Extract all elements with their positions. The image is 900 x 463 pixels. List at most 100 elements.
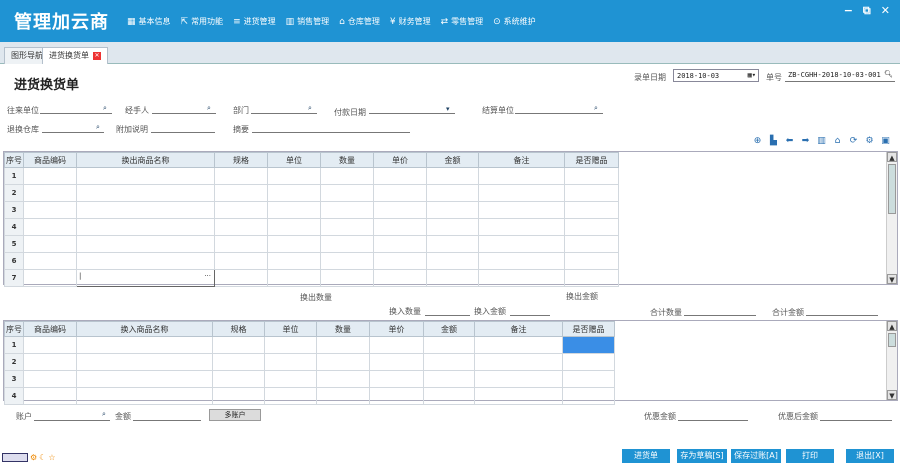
record-date-input[interactable]: 2018-10-03 ▦▾ bbox=[673, 69, 759, 82]
department-label: 部门 bbox=[233, 106, 249, 115]
purchase-order-button[interactable]: 进货单 bbox=[622, 449, 670, 463]
exit-button[interactable]: 退出[X] bbox=[846, 449, 894, 463]
in-grid-scrollbar[interactable]: ▲ ▼ bbox=[886, 321, 897, 400]
after-discount-value bbox=[820, 411, 892, 421]
menu-basic-info[interactable]: ▦ 基本信息 bbox=[127, 16, 171, 27]
department-search-icon[interactable]: ⌕ bbox=[308, 104, 312, 113]
tab-bar: 图形导航 进货换货单 ✕ bbox=[0, 42, 900, 64]
main-menu: ▦ 基本信息 ⇱ 常用功能 ≡ 进货管理 ▥ 销售管理 ⌂ 仓库管理 ¥ 财务管理 ⇄ 零售管… bbox=[127, 16, 536, 27]
col-header: 单价 bbox=[373, 152, 427, 168]
print-icon[interactable]: ▣ bbox=[880, 136, 891, 147]
scroll-thumb[interactable] bbox=[888, 164, 896, 214]
doc-no-input[interactable]: ZB-CGHH-2018-10-03-001 🔍︎ bbox=[785, 69, 895, 82]
partner-search-icon[interactable]: ⌕ bbox=[103, 104, 107, 113]
table-row[interactable]: 1 bbox=[4, 167, 619, 185]
minimize-icon[interactable]: − bbox=[844, 4, 853, 18]
left-arrow-icon[interactable]: ⬅ bbox=[784, 136, 795, 147]
dropdown-arrow-icon[interactable]: ▾ bbox=[446, 105, 450, 113]
app-title: 管理加云商 bbox=[14, 12, 109, 33]
close-icon[interactable]: ✕ bbox=[881, 4, 890, 18]
tab-close-icon[interactable]: ✕ bbox=[93, 51, 101, 60]
scroll-up-icon[interactable]: ▲ bbox=[887, 321, 897, 331]
menu-finance[interactable]: ¥ 财务管理 bbox=[390, 16, 431, 27]
table-row[interactable]: 4 bbox=[4, 218, 619, 236]
col-header: 是否赠品 bbox=[564, 152, 619, 168]
out-amount-label: 换出金额 bbox=[566, 292, 598, 301]
multi-account-button[interactable]: 多账户 bbox=[209, 409, 261, 421]
moon-icon[interactable]: ☾ bbox=[39, 453, 46, 462]
in-qty-value bbox=[425, 306, 470, 316]
plus-icon[interactable]: ⊕ bbox=[752, 136, 763, 147]
partner-input[interactable] bbox=[40, 104, 112, 114]
table-row[interactable]: 1 bbox=[4, 336, 615, 354]
gift-cell-selected[interactable] bbox=[562, 336, 615, 354]
scroll-down-icon[interactable]: ▼ bbox=[887, 274, 897, 284]
exchange-icon: ⇄ bbox=[440, 16, 449, 27]
amount-input[interactable] bbox=[133, 411, 201, 421]
save-draft-button[interactable]: 存为草稿[S] bbox=[677, 449, 727, 463]
table-row[interactable]: 3 bbox=[4, 370, 615, 388]
home-icon[interactable]: ⌂ bbox=[832, 136, 843, 147]
col-header: 数量 bbox=[316, 321, 370, 337]
table-row[interactable]: 6 bbox=[4, 252, 619, 270]
system-tray: ⚙ ☾ ☆ bbox=[2, 453, 56, 462]
calendar-icon[interactable]: ▦▾ bbox=[748, 71, 756, 79]
ime-icon[interactable] bbox=[2, 453, 28, 462]
star-icon[interactable]: ☆ bbox=[48, 453, 55, 462]
settle-unit-search-icon[interactable]: ⌕ bbox=[594, 104, 598, 113]
print-button[interactable]: 打印 bbox=[786, 449, 834, 463]
total-qty-value bbox=[684, 306, 756, 316]
refresh-icon[interactable]: ⟳ bbox=[848, 136, 859, 147]
warehouse-input[interactable] bbox=[42, 123, 104, 133]
chart-icon[interactable]: ▙ bbox=[768, 136, 779, 147]
warehouse-search-icon[interactable]: ⌕ bbox=[96, 123, 100, 132]
account-input[interactable] bbox=[34, 411, 110, 421]
table-row[interactable]: 2 bbox=[4, 353, 615, 371]
scroll-down-icon[interactable]: ▼ bbox=[887, 390, 897, 400]
window-controls: − ⧉ ✕ bbox=[844, 4, 890, 18]
right-arrow-icon[interactable]: ➡ bbox=[800, 136, 811, 147]
table-row[interactable]: 3 bbox=[4, 201, 619, 219]
out-grid-scrollbar[interactable]: ▲ ▼ bbox=[886, 152, 897, 284]
menu-common-functions[interactable]: ⇱ 常用功能 bbox=[181, 16, 224, 27]
settle-unit-input[interactable] bbox=[515, 104, 603, 114]
table-row[interactable]: 4 bbox=[4, 387, 615, 405]
pay-date-input[interactable] bbox=[369, 104, 455, 114]
scroll-thumb[interactable] bbox=[888, 333, 896, 347]
list-icon: ≡ bbox=[233, 16, 241, 27]
search-icon[interactable]: 🔍︎ bbox=[884, 70, 893, 78]
menu-warehouse[interactable]: ⌂ 仓库管理 bbox=[339, 16, 380, 27]
col-header: 金额 bbox=[423, 321, 475, 337]
ellipsis-button[interactable]: ··· bbox=[204, 272, 211, 280]
save-post-button[interactable]: 保存过账[A] bbox=[731, 449, 781, 463]
account-search-icon[interactable]: ⌕ bbox=[102, 410, 106, 419]
handler-search-icon[interactable]: ⌕ bbox=[207, 104, 211, 113]
tab-purchase-exchange[interactable]: 进货换货单 ✕ bbox=[42, 47, 108, 64]
menu-sales[interactable]: ▥ 销售管理 bbox=[286, 16, 330, 27]
col-header: 备注 bbox=[478, 152, 565, 168]
col-header: 数量 bbox=[320, 152, 374, 168]
table-row[interactable]: 5 bbox=[4, 235, 619, 253]
menu-system[interactable]: ⊙ 系统维护 bbox=[493, 16, 536, 27]
note-input[interactable] bbox=[151, 123, 215, 133]
yen-icon: ¥ bbox=[389, 16, 396, 27]
menu-retail[interactable]: ⇄ 零售管理 bbox=[441, 16, 484, 27]
table-row[interactable]: 2 bbox=[4, 184, 619, 202]
settings-icon: ⊙ bbox=[493, 16, 501, 27]
grid-toolbar: ⊕ ▙ ⬅ ➡ ▥ ⌂ ⟳ ⚙ ▣ bbox=[752, 136, 891, 147]
barcode-icon[interactable]: ▥ bbox=[816, 136, 827, 147]
col-header: 规格 bbox=[214, 152, 268, 168]
account-label: 账户 bbox=[16, 412, 32, 421]
goods-name-editor[interactable]: | ··· bbox=[76, 269, 215, 287]
col-header: 商品编码 bbox=[23, 321, 77, 337]
gear-icon[interactable]: ⚙ bbox=[864, 136, 875, 147]
menu-purchase[interactable]: ≡ 进货管理 bbox=[233, 16, 276, 27]
col-header: 序号 bbox=[4, 152, 24, 168]
discount-amount-input[interactable] bbox=[678, 411, 748, 421]
summary-input[interactable] bbox=[252, 123, 410, 133]
table-row[interactable]: 7 | ··· bbox=[4, 269, 619, 287]
total-qty-label: 合计数量 bbox=[650, 308, 682, 317]
gear-icon[interactable]: ⚙ bbox=[30, 453, 37, 462]
scroll-up-icon[interactable]: ▲ bbox=[887, 152, 897, 162]
restore-icon[interactable]: ⧉ bbox=[863, 4, 871, 18]
